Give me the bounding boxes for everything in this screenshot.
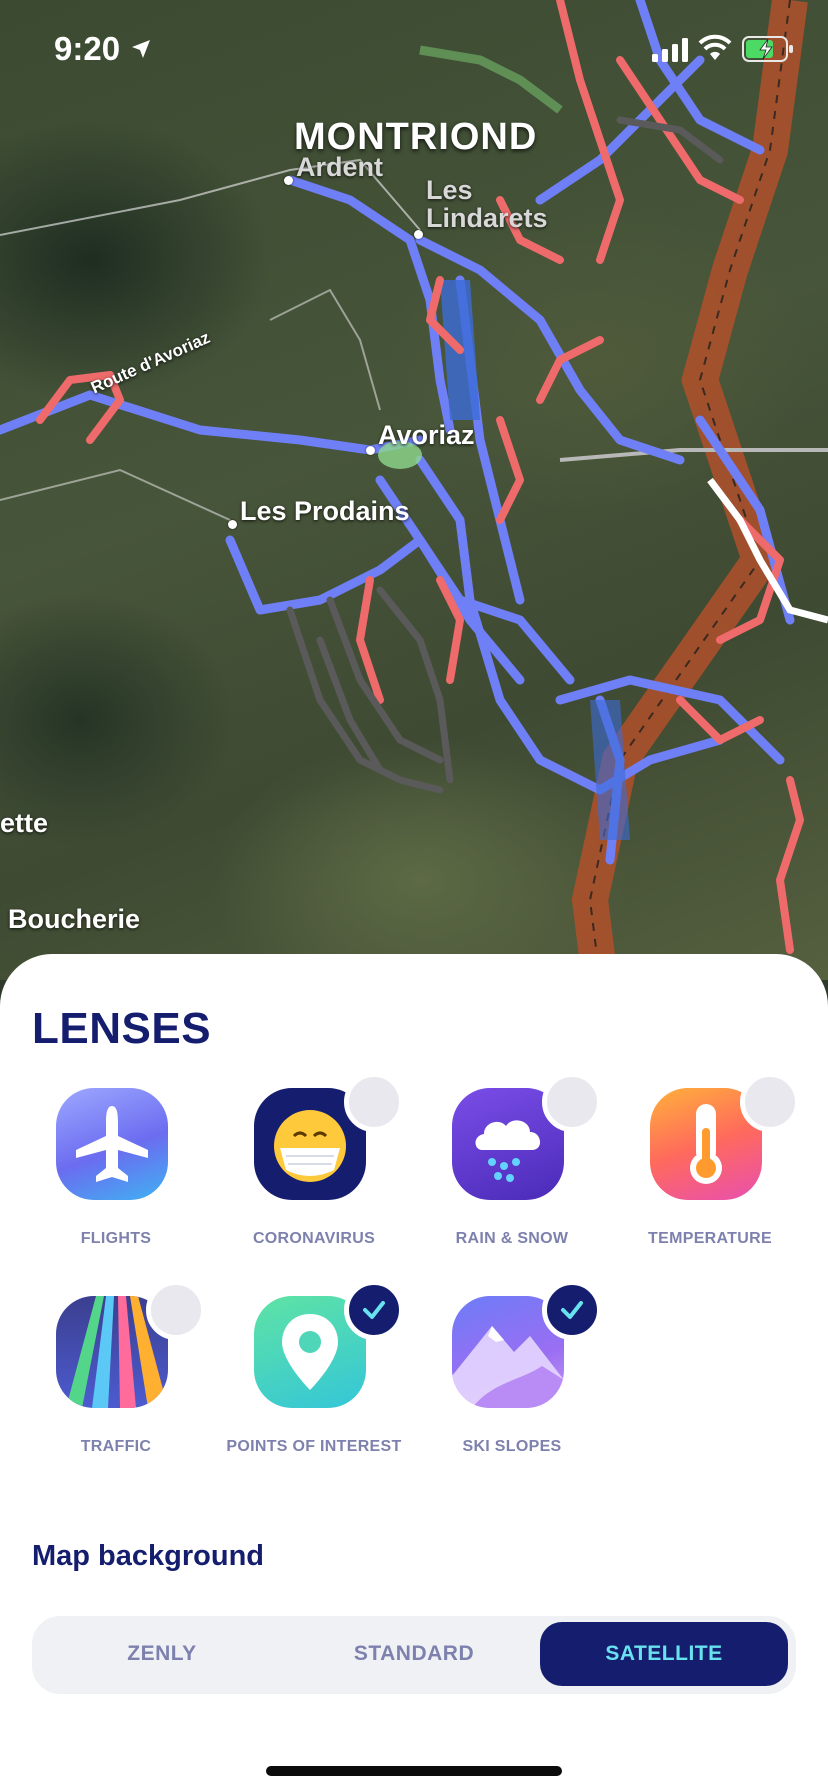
lens-toggle-checked[interactable] <box>542 1280 602 1340</box>
lens-label: SKI SLOPES <box>462 1438 562 1455</box>
checkmark-icon <box>561 1301 583 1319</box>
map-background-option-zenly[interactable]: ZENLY <box>38 1622 286 1686</box>
place-label-avoriaz[interactable]: Avoriaz <box>378 420 475 451</box>
place-label-boucherie[interactable]: Boucherie <box>8 904 140 935</box>
lens-label: RAIN & SNOW <box>455 1230 569 1247</box>
map-background-selector: ZENLY STANDARD SATELLITE <box>32 1616 796 1694</box>
map-background-option-satellite[interactable]: SATELLITE <box>540 1622 788 1686</box>
wifi-icon <box>698 34 732 60</box>
satellite-map[interactable]: MONTRIOND Route d'Avoriaz Ardent Les Lin… <box>0 0 828 980</box>
lens-toggle-checked[interactable] <box>344 1280 404 1340</box>
lens-rain-snow[interactable]: RAIN & SNOW <box>412 1072 612 1278</box>
place-label-ardent[interactable]: Ardent <box>296 152 383 183</box>
lens-toggle[interactable] <box>146 1280 206 1340</box>
place-marker[interactable] <box>366 446 375 455</box>
lens-toggle[interactable] <box>542 1072 602 1132</box>
status-time: 9:20 <box>54 30 121 67</box>
place-marker[interactable] <box>414 230 423 239</box>
lens-label: FLIGHTS <box>80 1230 152 1247</box>
place-marker[interactable] <box>228 520 237 529</box>
status-bar: 9:20 <box>0 0 828 100</box>
place-label-les-lindarets[interactable]: Les Lindarets <box>426 176 596 232</box>
lens-traffic[interactable]: TRAFFIC <box>16 1280 216 1486</box>
lenses-sheet: LENSES FLIGHTS CORONAVIRUS RAIN & SNOW T… <box>0 954 828 1792</box>
lens-label: POINTS OF INTEREST <box>226 1438 402 1455</box>
lens-coronavirus[interactable]: CORONAVIRUS <box>214 1072 414 1278</box>
lens-temperature[interactable]: TEMPERATURE <box>610 1072 810 1278</box>
cellular-signal-icon <box>652 38 688 62</box>
place-label-les-prodains[interactable]: Les Prodains <box>240 496 410 527</box>
lens-label: CORONAVIRUS <box>252 1230 376 1247</box>
home-indicator[interactable] <box>266 1766 562 1776</box>
battery-charging-icon <box>742 36 793 62</box>
location-arrow-icon <box>132 40 150 58</box>
map-background-title: Map background <box>32 1540 265 1572</box>
place-marker[interactable] <box>284 176 293 185</box>
lens-ski-slopes[interactable]: SKI SLOPES <box>412 1280 612 1486</box>
lens-toggle[interactable] <box>740 1072 800 1132</box>
lens-label: TEMPERATURE <box>648 1230 772 1247</box>
lens-label: TRAFFIC <box>80 1438 152 1455</box>
lens-toggle[interactable] <box>344 1072 404 1132</box>
lenses-title: LENSES <box>32 1004 212 1053</box>
airplane-icon <box>56 1088 168 1200</box>
map-background-option-standard[interactable]: STANDARD <box>290 1622 538 1686</box>
checkmark-icon <box>363 1301 385 1319</box>
lens-points-of-interest[interactable]: POINTS OF INTEREST <box>214 1280 414 1486</box>
place-label-partial[interactable]: ette <box>0 808 48 839</box>
lens-flights[interactable]: FLIGHTS <box>16 1088 216 1278</box>
